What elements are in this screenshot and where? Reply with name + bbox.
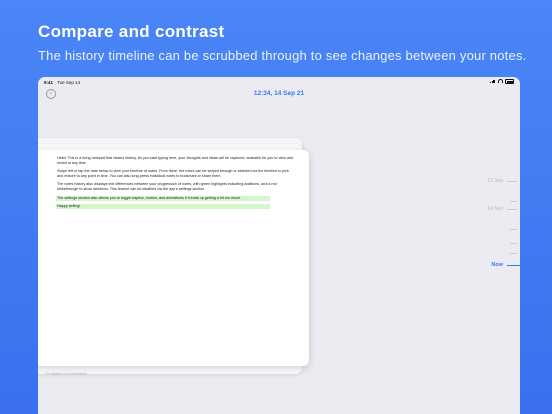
timeline-current-marker[interactable] <box>507 265 520 267</box>
note-paragraph: Swipe left or tap the date below to view… <box>57 169 289 179</box>
system-icons <box>490 79 514 84</box>
timeline-label-14-sep[interactable]: 14 Sep <box>487 206 503 212</box>
headline: Compare and contrast <box>38 22 225 41</box>
diff-summary: 75 additions 0 deletions <box>45 371 88 376</box>
timeline-tick <box>510 243 517 244</box>
note-timestamp-title[interactable]: 12:34, 14 Sep 21 <box>38 90 520 97</box>
note-card[interactable]: Hello! This is a living notepad that ret… <box>38 150 309 366</box>
subheadline: The history timeline can be scrubbed thr… <box>38 48 527 63</box>
timeline-tick <box>510 201 517 202</box>
note-paragraph: Hello! This is a living notepad that ret… <box>57 156 293 166</box>
battery-icon <box>505 79 514 84</box>
timeline-tick <box>507 181 517 182</box>
timeline-tick <box>510 253 517 254</box>
timeline-label-now[interactable]: Now <box>491 262 503 268</box>
timeline-tick <box>507 209 517 210</box>
timeline-tick <box>510 229 517 230</box>
ipad-screen: 9:41 Tue Sep 14 ‹ 12:34, 14 Sep 21 Hello… <box>38 77 520 414</box>
status-bar: 9:41 Tue Sep 14 <box>38 77 520 87</box>
signal-icon <box>490 79 496 84</box>
note-paragraph: The notes history also displays text dif… <box>57 182 277 192</box>
status-date: Tue Sep 14 <box>57 80 81 85</box>
history-timeline[interactable]: 13 Sep 14 Sep Now <box>460 117 520 387</box>
timeline-label-13-sep[interactable]: 13 Sep <box>487 178 503 184</box>
note-paragraph-added: Happy writing! <box>56 203 270 209</box>
wifi-icon <box>498 79 503 84</box>
note-paragraph-added: The settings section also allows you to … <box>56 195 270 201</box>
status-time: 9:41 <box>44 80 54 85</box>
